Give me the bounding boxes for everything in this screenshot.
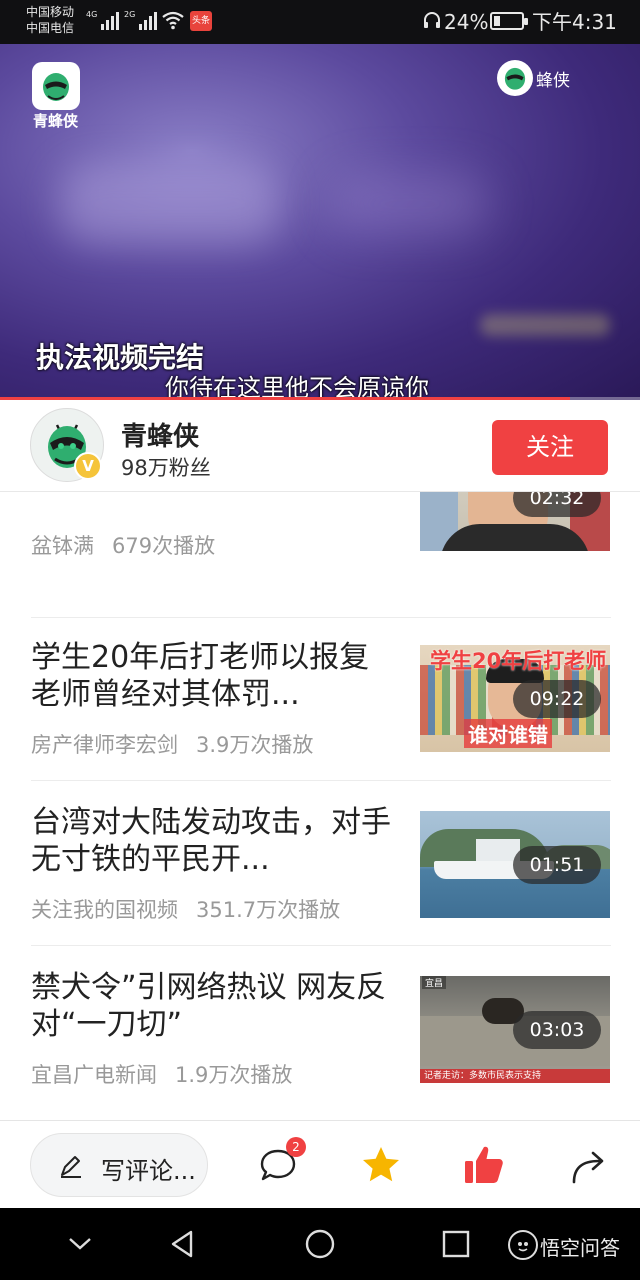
- favorite-button[interactable]: [359, 1143, 403, 1187]
- signal-2g-label: 2G: [124, 10, 136, 19]
- brand-logo-icon: [32, 62, 80, 110]
- carrier-2: 中国电信: [26, 21, 75, 35]
- brand-name: 青蜂侠: [33, 112, 79, 130]
- thumbnail-tag: 宜昌: [422, 976, 447, 989]
- watermark-logo-icon: [497, 60, 533, 96]
- feed-item-meta: 盆钵满 679次播放: [31, 530, 215, 560]
- like-button[interactable]: [462, 1143, 506, 1187]
- recent-apps-icon: [442, 1230, 470, 1258]
- wukong-logo-icon: [508, 1230, 538, 1260]
- feed-item[interactable]: 快递员下跪个人观点解读 盆钵满 679次播放 02:32: [0, 492, 640, 622]
- author-name[interactable]: 青蜂侠: [121, 416, 199, 453]
- video-duration: 02:32: [513, 492, 601, 517]
- thumbnail-caption: 学生20年后打老师: [430, 649, 607, 673]
- status-bar: 中国移动 中国电信 4G 2G 头条 24% 下午4:31: [0, 0, 640, 44]
- thumbs-up-icon: [465, 1146, 503, 1183]
- home-icon: [305, 1229, 335, 1259]
- battery-icon: [490, 12, 528, 30]
- feed-item-meta: 房产律师李宏剑 3.9万次播放: [31, 729, 313, 759]
- signal-4g-icon: 4G: [86, 10, 120, 30]
- carrier-1: 中国移动: [26, 5, 75, 19]
- feed-item[interactable]: 学生20年后打老师以报复老师曾经对其体罚... 房产律师李宏剑 3.9万次播放 学…: [0, 637, 640, 802]
- recent-apps-button[interactable]: [438, 1226, 474, 1262]
- comment-placeholder: 写评论...: [101, 1157, 196, 1185]
- comment-input[interactable]: 写评论...: [30, 1133, 208, 1197]
- pen-icon: [61, 1156, 81, 1178]
- watermark-text: 蜂侠: [536, 71, 570, 91]
- feed-item-title: 台湾对大陆发动攻击，对手无寸铁的平民开...: [31, 805, 391, 877]
- star-icon: [363, 1147, 399, 1182]
- hide-nav-icon: [69, 1238, 91, 1250]
- thumbnail-banner: 记者走访：多数市民表示支持: [420, 1069, 610, 1083]
- feed-item-source: 关注我的国视频: [31, 898, 178, 922]
- verified-badge: V: [74, 452, 102, 480]
- thumbnail-subcaption: 谁对谁错: [464, 719, 552, 748]
- author-fans-count: 98万粉丝: [121, 456, 211, 480]
- follow-button[interactable]: 关注: [492, 420, 608, 475]
- feed-item-plays: 3.9万次播放: [196, 733, 314, 757]
- feed-item-thumbnail[interactable]: 宜昌 记者走访：多数市民表示支持 03:03: [420, 976, 610, 1083]
- system-nav-bar: 悟空问答: [0, 1208, 640, 1280]
- video-duration: 03:03: [513, 1011, 601, 1049]
- video-duration: 09:22: [513, 680, 601, 718]
- feed-item-meta: 宜昌广电新闻 1.9万次播放: [31, 1059, 292, 1089]
- feed-item-plays: 679次播放: [112, 534, 216, 558]
- feed-item-title: 学生20年后打老师以报复老师曾经对其体罚...: [31, 640, 370, 712]
- wifi-icon: [162, 11, 184, 30]
- related-video-feed: 快递员下跪个人观点解读 盆钵满 679次播放 02:32 学生20年后打老师以报复…: [0, 492, 640, 1120]
- feed-item-title: 快递员下跪个人观点解读: [31, 492, 391, 531]
- signal-2g-icon: 2G: [124, 10, 158, 30]
- feed-item-source: 房产律师李宏剑: [31, 733, 178, 757]
- signal-4g-label: 4G: [86, 10, 98, 19]
- divider: [31, 945, 611, 946]
- feed-item-thumbnail[interactable]: 学生20年后打老师 谁对谁错 09:22: [420, 645, 610, 752]
- clock: 下午4:31: [532, 10, 617, 34]
- feed-item-plays: 1.9万次播放: [175, 1063, 293, 1087]
- divider: [31, 780, 611, 781]
- toutiao-notification-icon: 头条: [190, 11, 212, 31]
- back-icon: [171, 1230, 193, 1258]
- back-button[interactable]: [164, 1226, 200, 1262]
- feed-item-title: 禁犬令”引网络热议 网友反对“一刀切”: [31, 970, 387, 1042]
- feed-item[interactable]: 台湾对大陆发动攻击，对手无寸铁的平民开... 关注我的国视频 351.7万次播放 …: [0, 802, 640, 967]
- home-button[interactable]: [302, 1226, 338, 1262]
- comment-count-badge: 2: [286, 1137, 306, 1157]
- feed-item-source: 盆钵满: [31, 534, 94, 558]
- video-player[interactable]: 青蜂侠 蜂侠 执法视频完结 你待在这里他不会原谅你: [0, 44, 640, 400]
- headphone-icon: [424, 12, 440, 28]
- carrier-names: 中国移动 中国电信: [26, 4, 74, 36]
- screen: 中国移动 中国电信 4G 2G 头条 24% 下午4:31 青蜂侠 蜂侠 执法视…: [0, 0, 640, 1280]
- feed-item-plays: 351.7万次播放: [196, 898, 341, 922]
- feed-item-thumbnail[interactable]: 02:32: [420, 492, 610, 551]
- wukong-watermark: 悟空问答: [540, 1236, 620, 1260]
- feed-item-thumbnail[interactable]: 01:51: [420, 811, 610, 918]
- feed-item-meta: 关注我的国视频 351.7万次播放: [31, 894, 340, 924]
- video-subtitle: 你待在这里他不会原谅你: [165, 374, 429, 400]
- author-bar: V 青蜂侠 98万粉丝 关注: [0, 400, 640, 492]
- share-button[interactable]: [568, 1143, 612, 1187]
- feed-item-source: 宜昌广电新闻: [31, 1063, 157, 1087]
- battery-level: [494, 16, 501, 26]
- bottom-action-bar: 写评论... 2: [0, 1120, 640, 1208]
- feed-item[interactable]: 禁犬令”引网络热议 网友反对“一刀切” 宜昌广电新闻 1.9万次播放 宜昌 记者走…: [0, 967, 640, 1120]
- share-icon: [572, 1151, 604, 1184]
- divider: [31, 617, 611, 618]
- hide-nav-button[interactable]: [62, 1226, 98, 1262]
- video-duration: 01:51: [513, 846, 601, 884]
- battery-percent: 24%: [444, 10, 489, 34]
